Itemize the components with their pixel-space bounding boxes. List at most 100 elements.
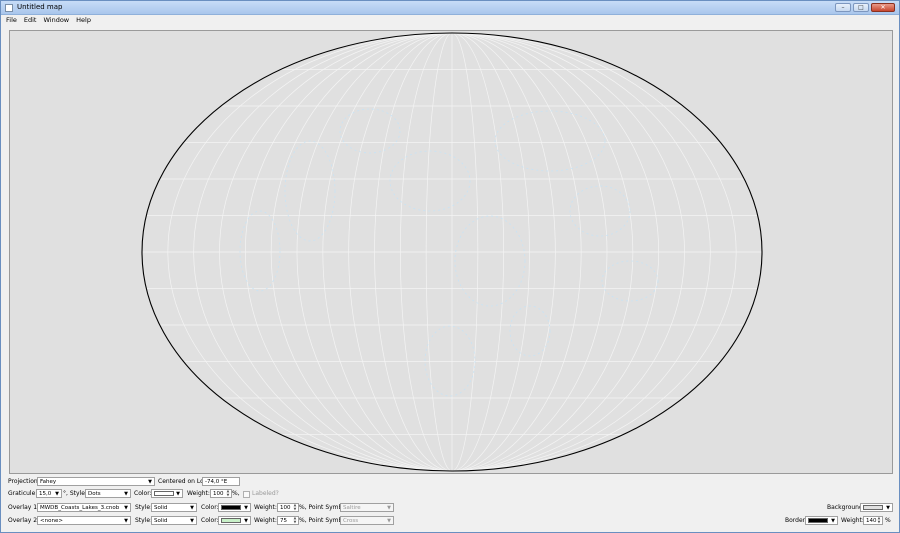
- chevron-down-icon: ▼: [244, 505, 248, 511]
- chevron-down-icon: ▼: [55, 491, 59, 497]
- color-chip: [221, 518, 241, 523]
- overlay2-weight-spinner[interactable]: 75 ▲ ▼: [277, 516, 299, 525]
- border-color-picker[interactable]: ▼: [805, 516, 838, 525]
- overlay1-symbol-select[interactable]: Saltire ▼: [340, 503, 394, 512]
- overlay2-weight-value: 75: [280, 518, 287, 524]
- graticule-weight-value: 100: [213, 491, 224, 497]
- minimize-button[interactable]: –: [835, 3, 851, 12]
- overlay2-color-label: Color:: [201, 517, 219, 524]
- overlay1-file-value: MWDB_Coasts_Lakes_3.cnob: [40, 505, 120, 511]
- overlay1-row: Overlay 1: MWDB_Coasts_Lakes_3.cnob ▼ Sty…: [1, 503, 899, 514]
- graticule-color-picker[interactable]: ▼: [151, 489, 183, 498]
- graticule-style-value: Dots: [88, 491, 101, 497]
- projection-value: Fahey: [40, 479, 57, 485]
- labeled-checkbox[interactable]: [243, 491, 250, 498]
- overlay1-style-value: Solid: [154, 505, 168, 511]
- overlay1-style-label: Style:: [135, 504, 153, 511]
- coastline-shape: [424, 325, 476, 397]
- chevron-down-icon: ▼: [244, 518, 248, 524]
- overlay2-color-picker[interactable]: ▼: [218, 516, 251, 525]
- color-chip: [863, 505, 883, 510]
- coastline-shape: [339, 108, 401, 154]
- graticule-row: Graticule: 15,0 ▼ °, Style: Dots ▼ Color: …: [1, 489, 899, 500]
- projection-label: Projection:: [8, 478, 40, 485]
- chevron-down-icon: ▼: [124, 518, 128, 524]
- color-chip: [221, 505, 241, 510]
- chevron-down-icon: ▼: [124, 491, 128, 497]
- graticule-spacing-value: 15,0: [39, 491, 52, 497]
- overlay2-style-label: Style:: [135, 517, 153, 524]
- chevron-down-icon: ▼: [124, 505, 128, 511]
- graticule-style-label: °, Style:: [63, 490, 87, 497]
- color-chip: [154, 491, 174, 496]
- coastline-shape: [284, 140, 336, 242]
- color-chip: [808, 518, 828, 523]
- overlay1-style-select[interactable]: Solid ▼: [151, 503, 197, 512]
- center-lon-label: Centered on Lon: [158, 478, 208, 485]
- overlay2-weight-label: Weight:: [254, 517, 277, 524]
- overlay1-color-picker[interactable]: ▼: [218, 503, 251, 512]
- border-weight-value: 140: [866, 518, 877, 524]
- overlay2-style-value: Solid: [154, 518, 168, 524]
- chevron-down-icon: ▼: [886, 505, 890, 511]
- coastline-shape: [239, 210, 281, 292]
- chevron-down-icon: ▼: [176, 491, 180, 497]
- overlay2-file-select[interactable]: <none> ▼: [37, 516, 131, 525]
- border-weight-spinner[interactable]: 140 ▲ ▼: [863, 516, 883, 525]
- projection-row: Projection: Fahey ▼ Centered on Lon -74,0…: [1, 477, 899, 488]
- menu-file[interactable]: File: [6, 16, 17, 26]
- chevron-down-icon: ▼: [387, 505, 391, 511]
- coastline-shape: [509, 305, 551, 357]
- spinner-arrows-icon[interactable]: ▲ ▼: [292, 516, 298, 524]
- coastline-shape: [454, 215, 526, 307]
- graticule-weight-spinner[interactable]: 100 ▲ ▼: [210, 489, 232, 498]
- overlay1-color-label: Color:: [201, 504, 219, 511]
- overlay2-label: Overlay 2:: [8, 517, 40, 524]
- overlay1-weight-value: 100: [280, 505, 291, 511]
- menu-edit[interactable]: Edit: [24, 16, 37, 26]
- projection-select[interactable]: Fahey ▼: [37, 477, 155, 486]
- overlay2-row: Overlay 2: <none> ▼ Style: Solid ▼ Color: …: [1, 516, 899, 527]
- menu-window[interactable]: Window: [43, 16, 69, 26]
- close-button[interactable]: ✕: [871, 3, 895, 12]
- coastline-shape: [601, 260, 659, 302]
- spinner-arrows-icon[interactable]: ▲ ▼: [876, 516, 882, 524]
- labeled-label: Labeled?: [252, 490, 279, 497]
- border-pct-label: %: [885, 517, 891, 524]
- window-title: Untitled map: [17, 3, 63, 11]
- graticule-pct-label: %,: [232, 490, 240, 497]
- maximize-button[interactable]: □: [853, 3, 869, 12]
- graticule-color-label: Color:: [134, 490, 152, 497]
- map-projection: [141, 32, 763, 472]
- app-icon: [5, 4, 13, 12]
- chevron-down-icon: ▼: [190, 518, 194, 524]
- app-window: Untitled map – □ ✕ File Edit Window Help…: [0, 0, 900, 533]
- title-bar[interactable]: Untitled map – □ ✕: [1, 1, 899, 15]
- overlay1-file-select[interactable]: MWDB_Coasts_Lakes_3.cnob ▼: [37, 503, 131, 512]
- coastline-shape: [389, 150, 471, 212]
- graticule-style-select[interactable]: Dots ▼: [85, 489, 131, 498]
- border-weight-label: Weight:: [841, 517, 864, 524]
- coastline-shape: [494, 110, 606, 172]
- overlay2-symbol-select[interactable]: Cross ▼: [340, 516, 394, 525]
- overlay2-file-value: <none>: [40, 518, 63, 524]
- graticule-weight-label: Weight:: [187, 490, 210, 497]
- spinner-arrows-icon[interactable]: ▲ ▼: [292, 503, 298, 511]
- menu-help[interactable]: Help: [76, 16, 91, 26]
- map-canvas[interactable]: [9, 30, 893, 474]
- overlay1-symbol-value: Saltire: [343, 505, 361, 511]
- spinner-arrows-icon[interactable]: ▲ ▼: [225, 489, 231, 497]
- graticule-label: Graticule:: [8, 490, 38, 497]
- overlay2-symbol-value: Cross: [343, 518, 359, 524]
- background-color-picker[interactable]: ▼: [860, 503, 893, 512]
- graticule-spacing-select[interactable]: 15,0 ▼: [36, 489, 62, 498]
- chevron-down-icon: ▼: [831, 518, 835, 524]
- chevron-down-icon: ▼: [190, 505, 194, 511]
- border-label: Border:: [785, 517, 808, 524]
- overlay2-style-select[interactable]: Solid ▼: [151, 516, 197, 525]
- overlay1-weight-label: Weight:: [254, 504, 277, 511]
- chevron-down-icon: ▼: [148, 479, 152, 485]
- center-lon-input[interactable]: -74,0 °E: [202, 477, 240, 486]
- overlay1-weight-spinner[interactable]: 100 ▲ ▼: [277, 503, 299, 512]
- overlay1-label: Overlay 1:: [8, 504, 40, 511]
